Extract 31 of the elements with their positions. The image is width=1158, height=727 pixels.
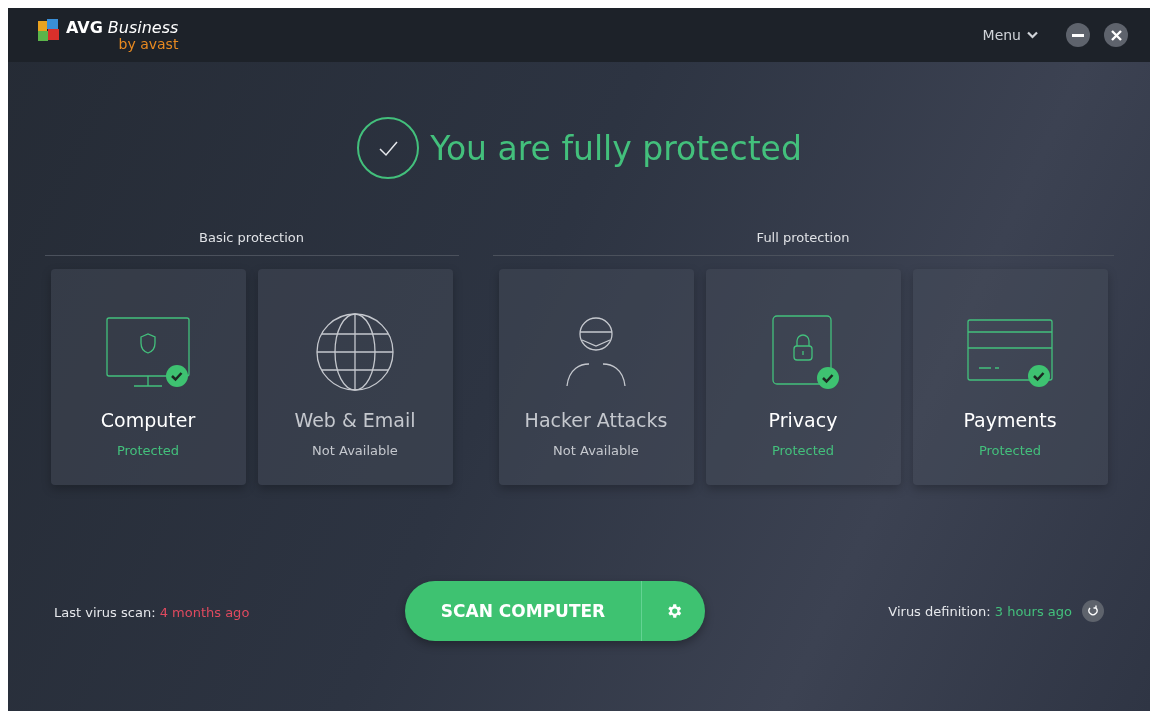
protection-card[interactable]: Computer Protected [50,269,246,485]
card-status: Protected [771,443,835,458]
card-title: Hacker Attacks [524,409,668,431]
protection-card[interactable]: Payments Protected [912,269,1108,485]
status-headline: You are fully protected [430,128,802,168]
protection-card[interactable]: Privacy Protected [705,269,901,485]
refresh-icon [1087,605,1099,617]
card-status: Protected [978,443,1042,458]
virus-definition-text: Virus definition: 3 hours ago [888,603,1072,619]
protection-card[interactable]: Web & Email Not Available [257,269,453,485]
card-title: Payments [963,409,1057,431]
card-title: Privacy [768,409,838,431]
logo-icon [38,18,60,41]
brand-name: AVG Business [66,18,179,37]
card-status: Not Available [312,443,398,458]
group-label: Full protection [492,230,1114,256]
group-label: Basic protection [44,230,459,256]
card-title: Web & Email [294,409,416,431]
card-status: Not Available [553,443,639,458]
protection-card[interactable]: Hacker Attacks Not Available [498,269,694,485]
brand-byline: by avast [118,36,179,52]
menu-button[interactable]: Menu [976,26,1044,44]
chevron-down-icon [1027,31,1038,39]
close-icon [1110,29,1122,41]
minimize-button[interactable] [1066,23,1090,47]
minus-icon [1072,33,1084,37]
card-status: Protected [116,443,180,458]
last-scan-text: Last virus scan: 4 months ago [54,604,250,620]
refresh-button[interactable] [1082,600,1104,622]
card-title: Computer [100,409,196,431]
close-button[interactable] [1104,23,1128,47]
